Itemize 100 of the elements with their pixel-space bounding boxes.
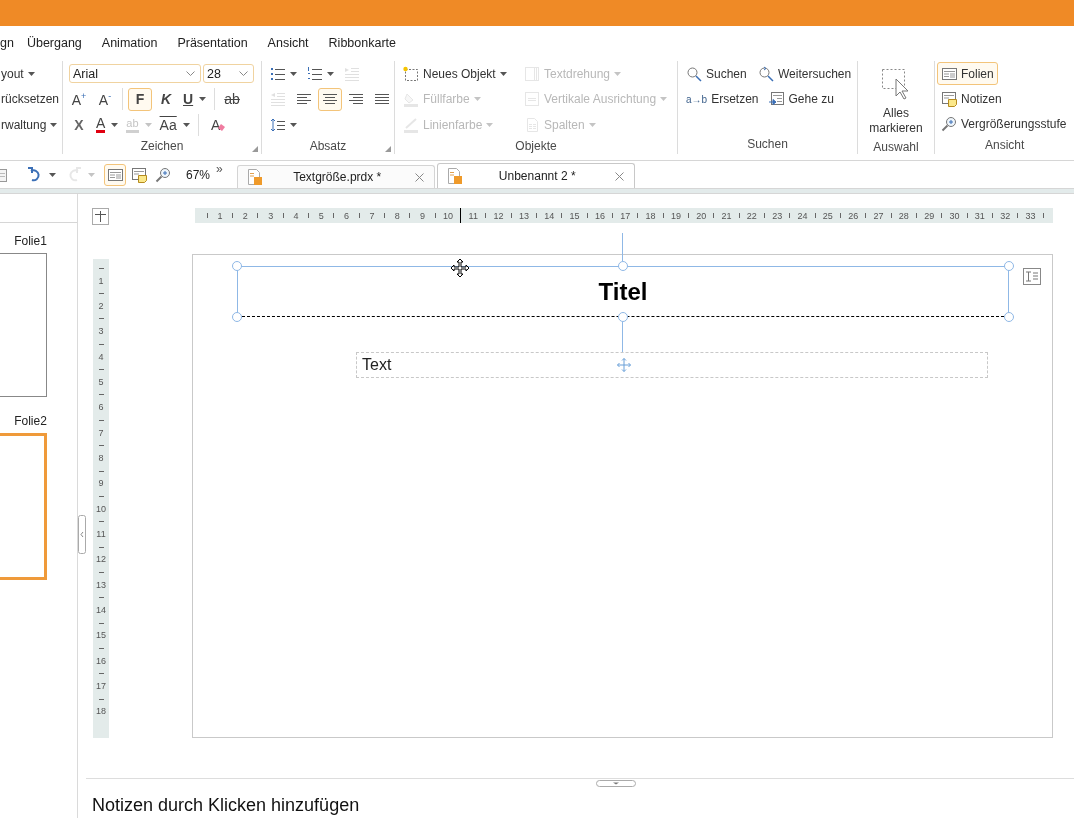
- zoom-level[interactable]: 67%: [186, 168, 211, 182]
- resize-handle[interactable]: [1004, 312, 1014, 322]
- caret-icon: [49, 173, 56, 177]
- ribbon-button[interactable]: rücksetzen: [0, 87, 64, 111]
- ruler-number: 20: [695, 210, 708, 221]
- bullet-list-icon: [270, 65, 286, 82]
- ruler-number: 25: [821, 210, 834, 221]
- bold-button[interactable]: F: [128, 87, 152, 111]
- chevron-down-icon: [239, 71, 248, 77]
- align-center-button[interactable]: [318, 87, 342, 111]
- menu-tab[interactable]: Animation: [101, 35, 158, 50]
- magnifier-icon: [155, 167, 171, 183]
- chevron-down-icon: [186, 71, 195, 77]
- ruler-number: 9: [419, 210, 427, 221]
- ruler-number: 18: [644, 210, 657, 221]
- menu-tab[interactable]: Übergang: [26, 35, 82, 50]
- ruler-number: 3: [267, 210, 275, 221]
- grow-font-button[interactable]: A$^{+}$: [67, 87, 91, 111]
- ribbon-button[interactable]: Weitersuchen: [754, 62, 856, 86]
- more-button[interactable]: »: [216, 162, 223, 176]
- close-button[interactable]: [412, 170, 426, 184]
- notes-view-icon: [941, 90, 957, 107]
- underline-button[interactable]: U: [180, 87, 210, 111]
- ruler-number: 8: [393, 210, 401, 221]
- ruler-number: 16: [593, 210, 606, 221]
- caret-icon: [660, 97, 668, 102]
- ruler-number: 1: [216, 210, 224, 221]
- italic-button[interactable]: K: [154, 87, 178, 111]
- select-all-button[interactable]: Alles markieren: [864, 63, 928, 139]
- paint-bucket-icon: [403, 91, 419, 108]
- caret-icon: [111, 122, 119, 127]
- frame-icon: [524, 65, 540, 82]
- menu-tab[interactable]: Ribbonkarte: [328, 35, 396, 50]
- slide-view-button[interactable]: [104, 164, 126, 186]
- ruler-number: 22: [745, 210, 758, 221]
- caret-icon: [88, 173, 95, 177]
- text-placeholder[interactable]: Text: [356, 352, 988, 378]
- ruler-number: 8: [98, 451, 104, 465]
- ruler-number: 12: [96, 553, 106, 566]
- ruler-number: 11: [467, 210, 479, 221]
- resize-handle[interactable]: [618, 261, 628, 271]
- ruler-number: 15: [96, 629, 106, 642]
- dropdown-button[interactable]: Neues Objekt: [399, 62, 516, 86]
- font-field[interactable]: Arial: [69, 64, 201, 84]
- view-button[interactable]: Vergrößerungsstufe: [937, 112, 1071, 135]
- ruler-number: 7: [368, 210, 376, 221]
- document-tab[interactable]: Unbenannt 2 *: [436, 163, 635, 188]
- numbered-list-icon: [307, 65, 323, 82]
- collapse-handle-icon: [78, 515, 86, 554]
- resize-handle[interactable]: [232, 312, 242, 322]
- ruler-number: 3: [98, 325, 104, 338]
- ruler-number: 24: [796, 210, 809, 221]
- font-size-field[interactable]: 28: [203, 64, 254, 84]
- slide-thumbnail[interactable]: [0, 433, 47, 580]
- ruler-number: 12: [492, 210, 505, 221]
- dropdown-button[interactable]: rwaltung: [0, 113, 62, 137]
- menu-tab[interactable]: gn: [0, 35, 14, 50]
- document-tab[interactable]: Textgröße.prdx *: [236, 165, 435, 188]
- undo-icon: [27, 167, 43, 183]
- resize-handle[interactable]: [1004, 261, 1014, 271]
- clear-format-button[interactable]: X: [67, 113, 91, 137]
- search-icon: [686, 65, 702, 82]
- ruler-number: 30: [948, 210, 961, 221]
- notes-view-icon: [131, 167, 147, 183]
- ruler-number: 27: [872, 210, 885, 221]
- ruler-number: 6: [343, 210, 351, 221]
- ribbon-button[interactable]: Gehe zu: [764, 87, 838, 111]
- outdent-icon: [270, 91, 286, 108]
- change-case-button[interactable]: Aa: [156, 113, 193, 137]
- close-icon: [414, 172, 424, 182]
- shrink-font-button[interactable]: A$^{-}$: [93, 87, 117, 111]
- placeholder-text: Text: [362, 356, 392, 374]
- slide-thumbnail[interactable]: [0, 253, 47, 397]
- ribbon-button[interactable]: a→b Ersetzen: [682, 87, 763, 111]
- dropdown-button[interactable]: yout: [0, 62, 39, 86]
- ruler-number: 5: [317, 210, 325, 221]
- ruler-number: 2: [98, 299, 104, 313]
- ruler-number: 5: [98, 375, 104, 389]
- ruler-origin-icon: [92, 208, 109, 225]
- resize-handle[interactable]: [232, 261, 242, 271]
- notes-field[interactable]: Notizen durch Klicken hinzufügen: [92, 795, 492, 816]
- view-button[interactable]: Folien: [937, 62, 998, 85]
- caret-icon: [182, 122, 190, 127]
- menu-tab[interactable]: Präsentation: [177, 35, 248, 50]
- ribbon-button[interactable]: Suchen: [682, 62, 752, 86]
- group-label: Zeichen: [140, 138, 184, 153]
- clear-style-button[interactable]: A: [203, 113, 228, 137]
- document-icon: [447, 168, 462, 184]
- close-button[interactable]: [612, 169, 626, 183]
- ruler-number: 29: [923, 210, 936, 221]
- menu-tab[interactable]: Ansicht: [267, 35, 309, 50]
- caret-icon: [290, 122, 297, 127]
- slide-label: Folie2: [14, 414, 47, 428]
- view-button[interactable]: Notizen: [937, 87, 1006, 110]
- ruler-number: 6: [98, 401, 104, 414]
- strikethrough-button[interactable]: ab: [220, 87, 245, 111]
- ruler-number: 23: [771, 210, 784, 221]
- ruler-number: 15: [568, 210, 581, 221]
- font-color-button[interactable]: A: [93, 113, 122, 137]
- resize-handle[interactable]: [618, 312, 628, 322]
